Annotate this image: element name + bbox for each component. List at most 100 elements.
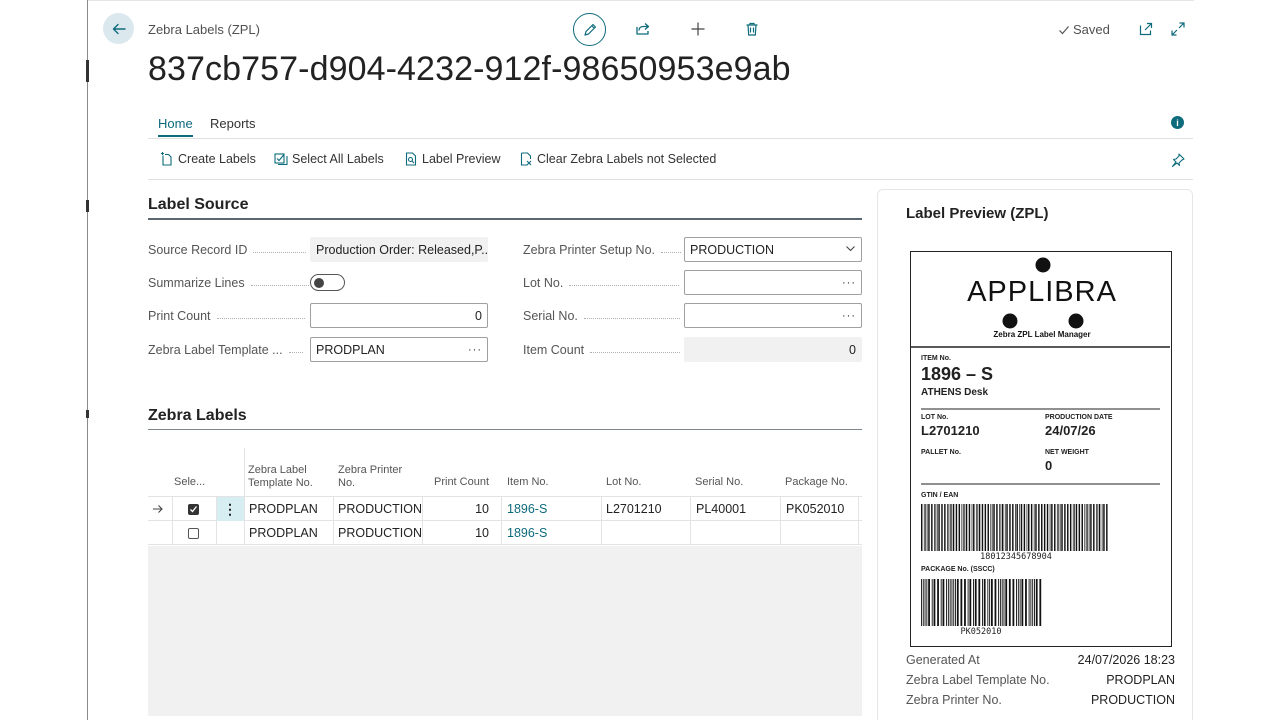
open-new-window-button[interactable] [1135, 18, 1157, 40]
share-button[interactable] [632, 18, 654, 40]
preview-title: Label Preview (ZPL) [906, 205, 1049, 222]
lot-no-field[interactable]: ··· [684, 270, 862, 295]
zebra-labels-title: Zebra Labels [148, 407, 247, 424]
left-tick [86, 60, 89, 82]
table-row[interactable]: ⋮ PRODPLAN PRODUCTION 10 1896-S L2701210… [148, 497, 862, 521]
clear-labels-button[interactable]: Clear Zebra Labels not Selected [519, 152, 716, 166]
template-no-label: Zebra Label Template No. [906, 673, 1050, 687]
col-lot-no[interactable]: Lot No. [606, 476, 641, 489]
cell-item-no[interactable]: 1896-S [507, 521, 547, 545]
current-row-arrow-icon [152, 497, 164, 521]
section-divider [148, 429, 862, 430]
plus-icon [691, 22, 705, 36]
serial-no-field[interactable]: ··· [684, 303, 862, 328]
label-preview-label: Label Preview [422, 152, 501, 166]
generated-at-value: 24/07/2026 18:23 [1077, 653, 1175, 667]
delete-button[interactable] [741, 18, 763, 40]
printer-setup-select[interactable]: PRODUCTION [684, 237, 862, 262]
row-select-checkbox[interactable] [188, 521, 199, 545]
label-tagline: Zebra ZPL Label Manager [993, 330, 1091, 339]
label-prod-date-caption: PRODUCTION DATE [1045, 414, 1113, 421]
page-title: 837cb757-d904-4232-912f-98650953e9ab [148, 50, 791, 88]
new-button[interactable] [687, 18, 709, 40]
expand-button[interactable] [1167, 18, 1189, 40]
lookup-ellipsis-icon[interactable]: ··· [468, 344, 482, 356]
label-item-no: 1896 – S [921, 364, 994, 384]
left-border [87, 0, 88, 720]
cell-print-count[interactable]: 10 [428, 497, 489, 521]
label-prod-date: 24/07/26 [1045, 423, 1096, 438]
row-actions-menu[interactable]: ⋮ [216, 497, 244, 521]
label-item-desc: ATHENS Desk [921, 387, 989, 398]
cell-package-no[interactable]: PK052010 [786, 497, 844, 521]
left-tick [86, 410, 89, 418]
cell-template[interactable]: PRODPLAN [249, 521, 318, 545]
pin-icon [1171, 153, 1185, 168]
item-count-label: Item Count [523, 343, 681, 357]
item-count-field: 0 [684, 337, 862, 362]
col-serial-no[interactable]: Serial No. [695, 476, 743, 489]
cell-printer[interactable]: PRODUCTION [338, 521, 422, 545]
printer-setup-label: Zebra Printer Setup No. [523, 243, 682, 257]
col-item-no[interactable]: Item No. [507, 476, 549, 489]
source-record-id-label: Source Record ID [148, 243, 307, 257]
label-gtin-caption: GTIN / EAN [921, 492, 959, 499]
expand-icon [1171, 22, 1185, 36]
create-labels-button[interactable]: Create Labels [160, 152, 256, 166]
header-divider [244, 448, 245, 496]
trash-icon [746, 22, 758, 36]
back-button[interactable] [103, 13, 134, 44]
col-select[interactable]: Sele... [174, 476, 205, 489]
saved-label: Saved [1073, 22, 1110, 37]
label-template-field[interactable]: PRODPLAN ··· [310, 337, 488, 362]
label-pallet-caption: PALLET No. [921, 449, 961, 456]
select-all-labels-button[interactable]: Select All Labels [274, 152, 384, 166]
cell-item-no[interactable]: 1896-S [507, 497, 547, 521]
open-in-new-icon [1139, 22, 1153, 36]
create-labels-icon [161, 152, 172, 166]
personalize-button[interactable] [1170, 152, 1186, 173]
clear-labels-icon [520, 152, 532, 166]
section-divider [148, 218, 862, 220]
print-count-field[interactable]: 0 [310, 303, 488, 328]
print-count-label: Print Count [148, 309, 305, 323]
cell-print-count[interactable]: 10 [428, 521, 489, 545]
action-bar: Create Labels Select All Labels Label Pr… [148, 150, 1193, 180]
arrow-left-icon [112, 23, 126, 34]
label-preview-button[interactable]: Label Preview [404, 152, 501, 166]
info-icon[interactable]: i [1171, 116, 1184, 129]
cell-printer[interactable]: PRODUCTION [338, 497, 422, 521]
col-print-count[interactable]: Print Count [434, 476, 489, 489]
pencil-icon [583, 23, 596, 36]
saved-status: Saved [1058, 22, 1110, 37]
page: Zebra Labels (ZPL) 837cb757-d904-4232-91… [0, 0, 1280, 720]
printer-no-label: Zebra Printer No. [906, 693, 1002, 707]
cell-lot-no[interactable]: L2701210 [606, 497, 662, 521]
source-record-id-field[interactable]: Production Order: Released,P... [310, 237, 488, 262]
tab-reports[interactable]: Reports [210, 116, 256, 135]
label-preview-image: APPLIBRA Zebra ZPL Label Manager ITEM No… [910, 251, 1172, 647]
select-all-icon [274, 153, 288, 166]
lot-no-label: Lot No. [523, 276, 680, 290]
col-template[interactable]: Zebra Label Template No. [248, 464, 313, 490]
lookup-ellipsis-icon[interactable]: ··· [842, 277, 856, 289]
check-icon [1059, 25, 1069, 34]
table-row[interactable]: PRODPLAN PRODUCTION 10 1896-S [148, 521, 862, 545]
package-barcode [921, 579, 1042, 626]
cell-template[interactable]: PRODPLAN [249, 497, 318, 521]
row-select-checkbox[interactable] [188, 497, 199, 521]
grid-empty-area [148, 546, 862, 716]
select-all-labels-label: Select All Labels [292, 152, 384, 166]
top-border [88, 0, 1194, 1]
col-printer[interactable]: Zebra Printer No. [338, 464, 402, 490]
label-lot: L2701210 [921, 423, 980, 438]
label-package: PK052010 [960, 627, 1002, 637]
col-package-no[interactable]: Package No. [785, 476, 848, 489]
serial-no-label: Serial No. [523, 309, 680, 323]
summarize-lines-toggle[interactable] [310, 274, 345, 291]
cell-serial-no[interactable]: PL40001 [696, 497, 746, 521]
lookup-ellipsis-icon[interactable]: ··· [842, 310, 856, 322]
tab-home[interactable]: Home [158, 116, 193, 137]
tab-bar: Home Reports [148, 113, 1193, 139]
edit-button[interactable] [573, 13, 606, 46]
